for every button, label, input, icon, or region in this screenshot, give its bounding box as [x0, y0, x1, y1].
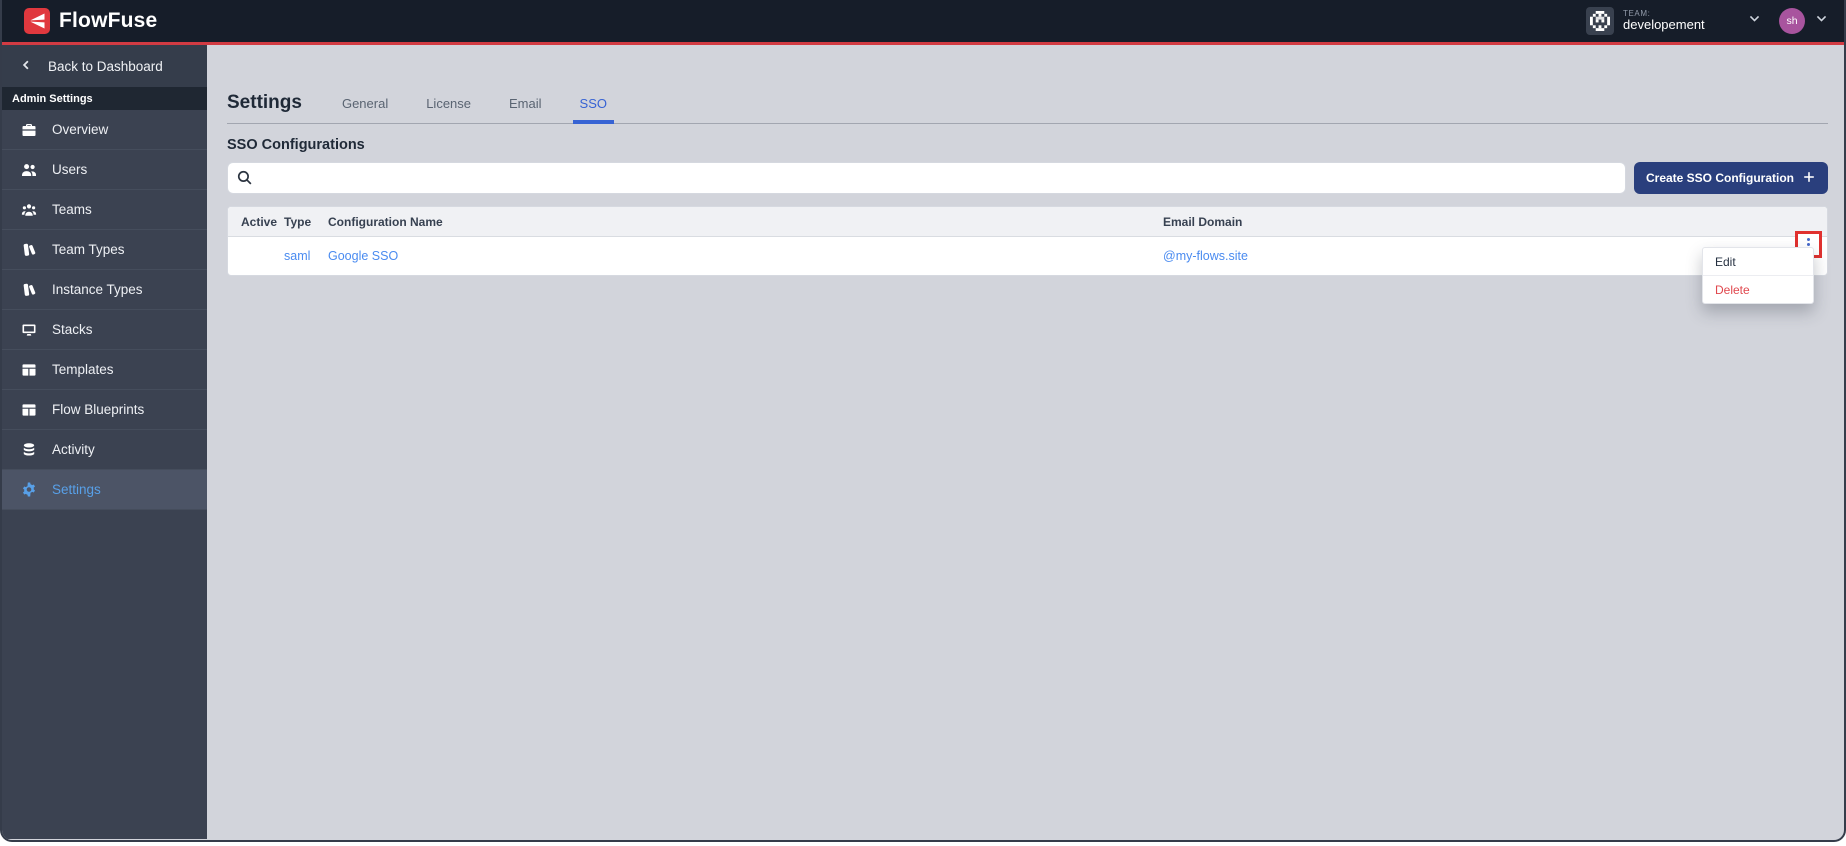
- section-title: SSO Configurations: [227, 137, 365, 153]
- sidebar-item-label: Activity: [52, 442, 95, 457]
- column-header-type: Type: [284, 214, 312, 229]
- back-to-dashboard-button[interactable]: Back to Dashboard: [2, 45, 207, 87]
- create-sso-configuration-label: Create SSO Configuration: [1645, 171, 1794, 185]
- sidebar-item-label: Flow Blueprints: [52, 402, 145, 417]
- plus-icon: [1802, 170, 1816, 187]
- sidebar-item-label: Overview: [52, 122, 109, 137]
- tab-general[interactable]: General: [342, 96, 388, 123]
- database-icon: [21, 442, 37, 458]
- toolbar: Create SSO Configuration: [227, 162, 1828, 194]
- table-row[interactable]: saml Google SSO @my-flows.site: [228, 231, 1827, 275]
- sidebar-item-activity[interactable]: Activity: [2, 430, 207, 470]
- versions-icon: [21, 242, 37, 258]
- sidebar-item-flow-blueprints[interactable]: Flow Blueprints: [2, 390, 207, 430]
- admin-sidebar: Back to Dashboard Admin Settings Overvie…: [2, 45, 207, 839]
- sidebar-item-users[interactable]: Users: [2, 150, 207, 190]
- tab-email[interactable]: Email: [509, 96, 542, 123]
- main-content: Settings General License Email SSO SSO C…: [207, 45, 1844, 839]
- briefcase-icon: [21, 122, 37, 138]
- brand[interactable]: FlowFuse: [24, 8, 157, 34]
- team-selector[interactable]: TEAM: developement: [1586, 7, 1761, 35]
- chevron-left-icon: [20, 59, 32, 74]
- tab-sso[interactable]: SSO: [572, 96, 614, 124]
- row-context-menu: Edit Delete: [1702, 247, 1814, 304]
- user-group-icon: [21, 202, 37, 218]
- sidebar-item-label: Users: [52, 162, 88, 177]
- team-avatar-icon: [1586, 7, 1614, 35]
- column-header-configuration-name: Configuration Name: [328, 214, 443, 229]
- create-sso-configuration-button[interactable]: Create SSO Configuration: [1633, 162, 1828, 194]
- top-navbar: FlowFuse TEAM: developement sh: [2, 0, 1844, 45]
- search-input[interactable]: [227, 162, 1626, 194]
- app-window: FlowFuse TEAM: developement sh Back to D…: [0, 0, 1846, 842]
- chevron-down-icon: [1815, 12, 1828, 30]
- sidebar-item-label: Settings: [52, 482, 101, 497]
- gear-icon: [21, 482, 37, 498]
- cell-type-link[interactable]: saml: [284, 249, 328, 263]
- sidebar-item-label: Templates: [52, 362, 114, 377]
- sidebar-item-team-types[interactable]: Team Types: [2, 230, 207, 270]
- sidebar-item-overview[interactable]: Overview: [2, 110, 207, 150]
- sidebar-item-teams[interactable]: Teams: [2, 190, 207, 230]
- sidebar-item-label: Stacks: [52, 322, 93, 337]
- cell-configuration-name-link[interactable]: Google SSO: [328, 249, 1163, 263]
- sidebar-item-stacks[interactable]: Stacks: [2, 310, 207, 350]
- tab-license[interactable]: License: [426, 96, 471, 123]
- sidebar-item-templates[interactable]: Templates: [2, 350, 207, 390]
- settings-tabs: General License Email SSO: [342, 96, 614, 124]
- sidebar-item-label: Teams: [52, 202, 92, 217]
- monitor-icon: [21, 322, 37, 338]
- menu-item-delete[interactable]: Delete: [1703, 276, 1813, 303]
- sidebar-section-label: Admin Settings: [2, 87, 207, 110]
- page-title: Settings: [227, 92, 302, 113]
- chevron-down-icon: [1748, 12, 1761, 30]
- search-icon: [236, 169, 253, 191]
- sidebar-item-settings[interactable]: Settings: [2, 470, 207, 510]
- flowfuse-logo-icon: [24, 8, 50, 34]
- table-icon: [21, 402, 37, 418]
- table-icon: [21, 362, 37, 378]
- team-name: developement: [1623, 17, 1705, 33]
- column-header-active: Active: [241, 214, 278, 229]
- table-header-row: Active Type Configuration Name Email Dom…: [228, 207, 1827, 237]
- sidebar-item-label: Instance Types: [52, 282, 143, 297]
- menu-item-edit[interactable]: Edit: [1703, 248, 1813, 275]
- back-to-dashboard-label: Back to Dashboard: [48, 58, 163, 74]
- cell-email-domain-link[interactable]: @my-flows.site: [1163, 249, 1775, 263]
- sso-configurations-table: Active Type Configuration Name Email Dom…: [227, 206, 1828, 276]
- sidebar-item-label: Team Types: [52, 242, 125, 257]
- versions-icon: [21, 282, 37, 298]
- column-header-email-domain: Email Domain: [1163, 214, 1243, 229]
- sidebar-item-instance-types[interactable]: Instance Types: [2, 270, 207, 310]
- settings-header: Settings General License Email SSO: [227, 92, 1828, 124]
- user-avatar: sh: [1779, 8, 1805, 34]
- user-menu[interactable]: sh: [1779, 8, 1828, 34]
- users-icon: [21, 162, 37, 178]
- brand-name: FlowFuse: [59, 9, 158, 32]
